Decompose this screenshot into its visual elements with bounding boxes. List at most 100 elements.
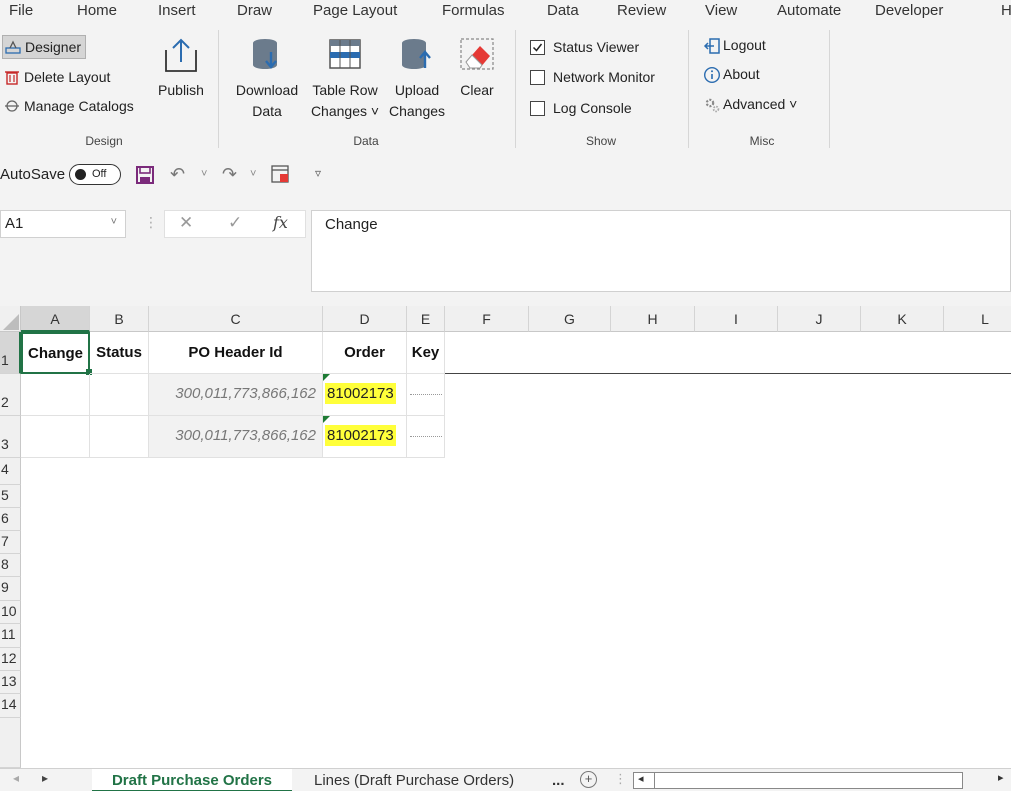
order-cell[interactable]: 81002173 [323,374,407,416]
row-header[interactable]: 5 [0,485,21,508]
row-header[interactable]: 2 [0,374,21,416]
column-header-a[interactable]: A [21,306,90,332]
column-header-k[interactable]: K [861,306,944,332]
menu-developer[interactable]: Developer [875,2,943,19]
header-cell-change[interactable]: Change [21,332,90,374]
menu-insert[interactable]: Insert [158,2,196,19]
menu-review[interactable]: Review [617,2,666,19]
logout-icon [703,37,720,54]
delete-layout-label: Delete Layout [24,69,111,85]
header-cell-po-header-id[interactable]: PO Header Id [149,332,323,374]
menu-page-layout[interactable]: Page Layout [313,2,397,19]
row-header[interactable]: 4 [0,458,21,485]
menu-draw[interactable]: Draw [237,2,272,19]
row-header[interactable]: 14 [0,694,21,718]
form-icon[interactable] [270,164,290,189]
clear-button[interactable]: Clear [454,36,500,101]
table-cell[interactable] [90,374,149,416]
more-sheets-button[interactable]: ... [552,769,565,791]
column-header-j[interactable]: J [778,306,861,332]
upload-label-1: Upload [394,82,440,98]
order-cell[interactable]: 81002173 [323,416,407,458]
column-header-b[interactable]: B [90,306,149,332]
redo-icon[interactable]: ↷ [222,164,237,185]
save-icon[interactable] [135,165,155,190]
cancel-icon[interactable]: ✕ [179,213,193,233]
scroll-right-icon[interactable]: ▸ [998,771,1004,784]
menu-data[interactable]: Data [547,2,579,19]
error-indicator-icon [323,374,330,381]
row-header[interactable]: 8 [0,554,21,577]
menu-automate[interactable]: Automate [777,2,841,19]
select-all-corner[interactable] [0,306,21,332]
add-sheet-icon[interactable]: + [580,771,597,788]
undo-icon[interactable]: ↶ [170,164,185,185]
upload-database-icon [402,39,431,69]
key-cell[interactable] [407,374,445,416]
header-cell-order[interactable]: Order [323,332,407,374]
menu-view[interactable]: View [705,2,737,19]
po-header-id-cell[interactable]: 300,011,773,866,162 [149,374,323,416]
menu-formulas[interactable]: Formulas [442,2,505,19]
name-box[interactable]: A1 ˅ [0,210,126,238]
po-header-id-cell[interactable]: 300,011,773,866,162 [149,416,323,458]
checkbox-checked-icon [530,39,545,55]
header-row-border [445,373,1011,374]
scroll-left-icon[interactable]: ◂ [638,772,644,785]
table-cell[interactable] [90,416,149,458]
row-header[interactable]: 11 [0,624,21,648]
row-header[interactable]: 12 [0,648,21,671]
column-header-l[interactable]: L [944,306,1011,332]
status-viewer-checkbox[interactable]: Status Viewer [530,39,639,55]
logout-button[interactable]: Logout [703,37,766,54]
column-header-c[interactable]: C [149,306,323,332]
menu-home[interactable]: Home [77,2,117,19]
download-data-button[interactable]: Download Data [229,36,305,122]
row-header[interactable]: 13 [0,671,21,694]
horizontal-scrollbar[interactable]: ◂ [633,772,963,789]
sheet-tab-bar: ◂ ▸ Draft Purchase Orders Lines (Draft P… [0,768,1011,791]
table-cell[interactable] [21,416,90,458]
column-header-e[interactable]: E [407,306,445,332]
scroll-right-icon[interactable]: ▸ [42,771,48,785]
chevron-down-icon[interactable]: ˅ [201,168,207,180]
row-header[interactable]: 9 [0,577,21,601]
menu-file[interactable]: File [9,2,33,19]
row-header[interactable]: 10 [0,601,21,624]
insert-function-button[interactable]: fx [273,213,288,232]
upload-changes-button[interactable]: Upload Changes [385,36,449,122]
enter-icon[interactable]: ✓ [228,213,242,233]
column-header-g[interactable]: G [529,306,611,332]
column-header-f[interactable]: F [445,306,529,332]
column-header-i[interactable]: I [695,306,778,332]
column-header-d[interactable]: D [323,306,407,332]
row-header[interactable]: 1 [0,332,21,374]
row-header[interactable]: 3 [0,416,21,458]
header-cell-key[interactable]: Key [407,332,445,374]
about-button[interactable]: About [703,66,760,84]
chevron-down-icon[interactable]: ˅ [250,168,256,180]
customize-qat-icon[interactable]: ▿ [315,166,321,180]
network-monitor-checkbox[interactable]: Network Monitor [530,69,655,85]
show-group-label: Show [585,134,617,148]
publish-button[interactable]: Publish [154,36,208,101]
manage-catalogs-button[interactable]: Manage Catalogs [4,95,134,117]
logout-label: Logout [723,37,766,53]
column-header-h[interactable]: H [611,306,695,332]
advanced-dropdown[interactable]: Advanced ˅ [703,96,797,113]
autosave-toggle[interactable]: Off [69,164,121,185]
delete-layout-button[interactable]: Delete Layout [4,66,110,88]
header-cell-status[interactable]: Status [90,332,149,374]
tab-draft-purchase-orders[interactable]: Draft Purchase Orders [92,769,292,791]
table-row-changes-button[interactable]: Table Row Changes ˅ [307,36,383,122]
row-header[interactable]: 6 [0,508,21,531]
row-header[interactable]: 7 [0,531,21,554]
scroll-left-icon[interactable]: ◂ [13,771,19,785]
menu-help-cut[interactable]: H [1001,2,1011,19]
formula-input[interactable]: Change [311,210,1011,292]
table-cell[interactable] [21,374,90,416]
log-console-checkbox[interactable]: Log Console [530,100,632,116]
tab-lines-draft-purchase-orders[interactable]: Lines (Draft Purchase Orders) [314,769,514,791]
key-cell[interactable] [407,416,445,458]
designer-button[interactable]: Designer [2,35,87,59]
